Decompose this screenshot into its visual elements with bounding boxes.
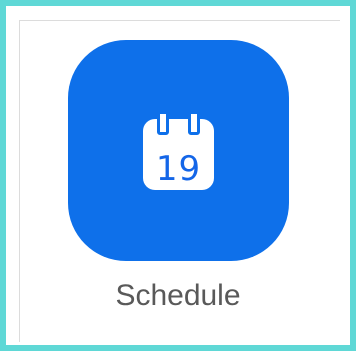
calendar-icon: 19 [143,111,214,190]
calendar-ring-left [157,111,169,135]
calendar-ring-right [188,111,200,135]
calendar-day-number: 19 [155,149,202,189]
app-label[interactable]: Schedule [0,278,356,314]
schedule-app-button[interactable]: 19 [68,40,289,261]
calendar-page: 19 [143,119,214,190]
